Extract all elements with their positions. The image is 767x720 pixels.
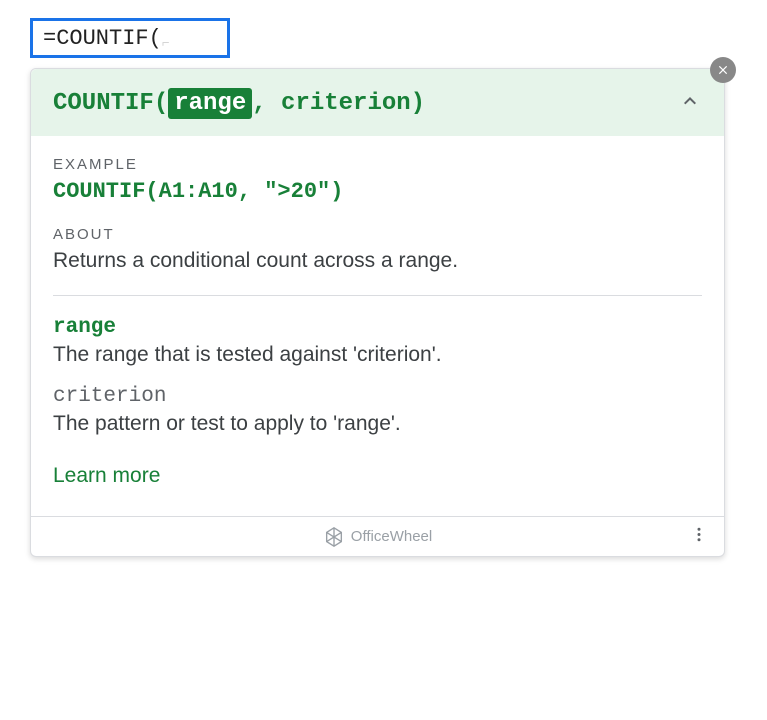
more-options-button[interactable] [690, 525, 708, 548]
chevron-up-icon [678, 89, 702, 113]
tooltip-body: EXAMPLE COUNTIF(A1:A10, ">20") ABOUT Ret… [31, 136, 724, 516]
formula-text: =COUNTIF( [43, 26, 162, 51]
param-block-criterion: criterion The pattern or test to apply t… [53, 385, 702, 436]
close-button[interactable] [710, 57, 736, 83]
param-desc-criterion: The pattern or test to apply to 'range'. [53, 412, 702, 436]
learn-more-link[interactable]: Learn more [53, 464, 160, 488]
about-label: ABOUT [53, 226, 702, 243]
logo-icon [323, 526, 345, 548]
param-desc-range: The range that is tested against 'criter… [53, 343, 702, 367]
watermark: OfficeWheel [323, 526, 432, 548]
example-code: COUNTIF(A1:A10, ">20") [53, 179, 702, 204]
divider [53, 295, 702, 296]
signature-fn-name: COUNTIF( [53, 90, 168, 117]
signature-bar: COUNTIF(range, criterion) [31, 69, 724, 136]
about-text: Returns a conditional count across a ran… [53, 249, 702, 273]
example-label: EXAMPLE [53, 156, 702, 173]
footer-bar: OfficeWheel [31, 516, 724, 556]
function-signature: COUNTIF(range, criterion) [53, 90, 425, 117]
close-icon [716, 63, 730, 77]
param-block-range: range The range that is tested against '… [53, 316, 702, 367]
formula-cell-input[interactable]: =COUNTIF( ⌐ [30, 18, 230, 58]
param-name-range: range [53, 316, 702, 339]
signature-rest: , criterion) [252, 90, 425, 117]
more-vertical-icon [690, 525, 708, 543]
formula-help-tooltip: COUNTIF(range, criterion) EXAMPLE COUNTI… [30, 68, 725, 557]
collapse-button[interactable] [678, 89, 702, 118]
watermark-text: OfficeWheel [351, 528, 432, 545]
cursor-indicator: ⌐ [162, 36, 170, 51]
signature-active-param: range [168, 88, 252, 119]
param-name-criterion: criterion [53, 385, 702, 408]
